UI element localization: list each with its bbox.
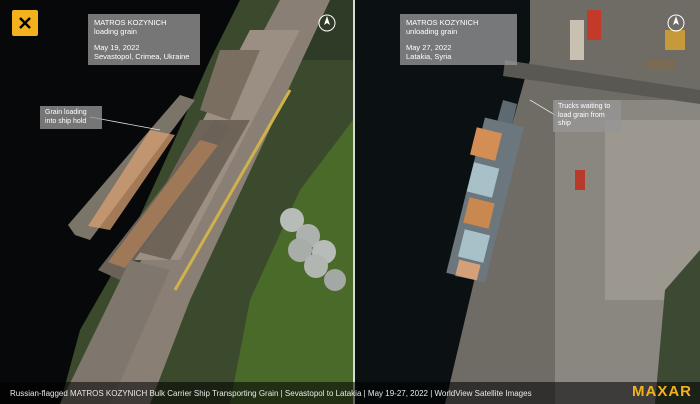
- compass-icon: [667, 14, 685, 32]
- left-ship-name: MATROS KOZYNICH: [94, 18, 167, 27]
- maxar-x-icon: [12, 10, 38, 36]
- right-activity: unloading grain: [406, 27, 458, 36]
- right-ship-name: MATROS KOZYNICH: [406, 18, 479, 27]
- left-date: May 19, 2022: [94, 43, 140, 52]
- caption-bar: Russian-flagged MATROS KOZYNICH Bulk Car…: [0, 382, 700, 404]
- right-info-label: MATROS KOZYNICH unloading grain May 27, …: [400, 14, 517, 65]
- right-date: May 27, 2022: [406, 43, 452, 52]
- left-info-label: MATROS KOZYNICH loading grain May 19, 20…: [88, 14, 200, 65]
- right-location: Latakia, Syria: [406, 52, 452, 61]
- maxar-logo: MAXAR: [632, 383, 692, 400]
- compass-glyph: [318, 14, 336, 32]
- satellite-comparison: MATROS KOZYNICH loading grain May 19, 20…: [0, 0, 700, 404]
- right-satellite-image: MATROS KOZYNICH unloading grain May 27, …: [355, 0, 700, 404]
- compass-glyph: [667, 14, 685, 32]
- left-location: Sevastopol, Crimea, Ukraine: [94, 52, 190, 61]
- left-callout: Grain loading into ship hold: [40, 106, 102, 129]
- left-activity: loading grain: [94, 27, 137, 36]
- compass-icon: [318, 14, 336, 32]
- x-glyph: [19, 17, 31, 29]
- right-callout: Trucks waiting to load grain from ship: [553, 100, 621, 132]
- left-satellite-image: MATROS KOZYNICH loading grain May 19, 20…: [0, 0, 353, 404]
- caption-text: Russian-flagged MATROS KOZYNICH Bulk Car…: [10, 389, 532, 398]
